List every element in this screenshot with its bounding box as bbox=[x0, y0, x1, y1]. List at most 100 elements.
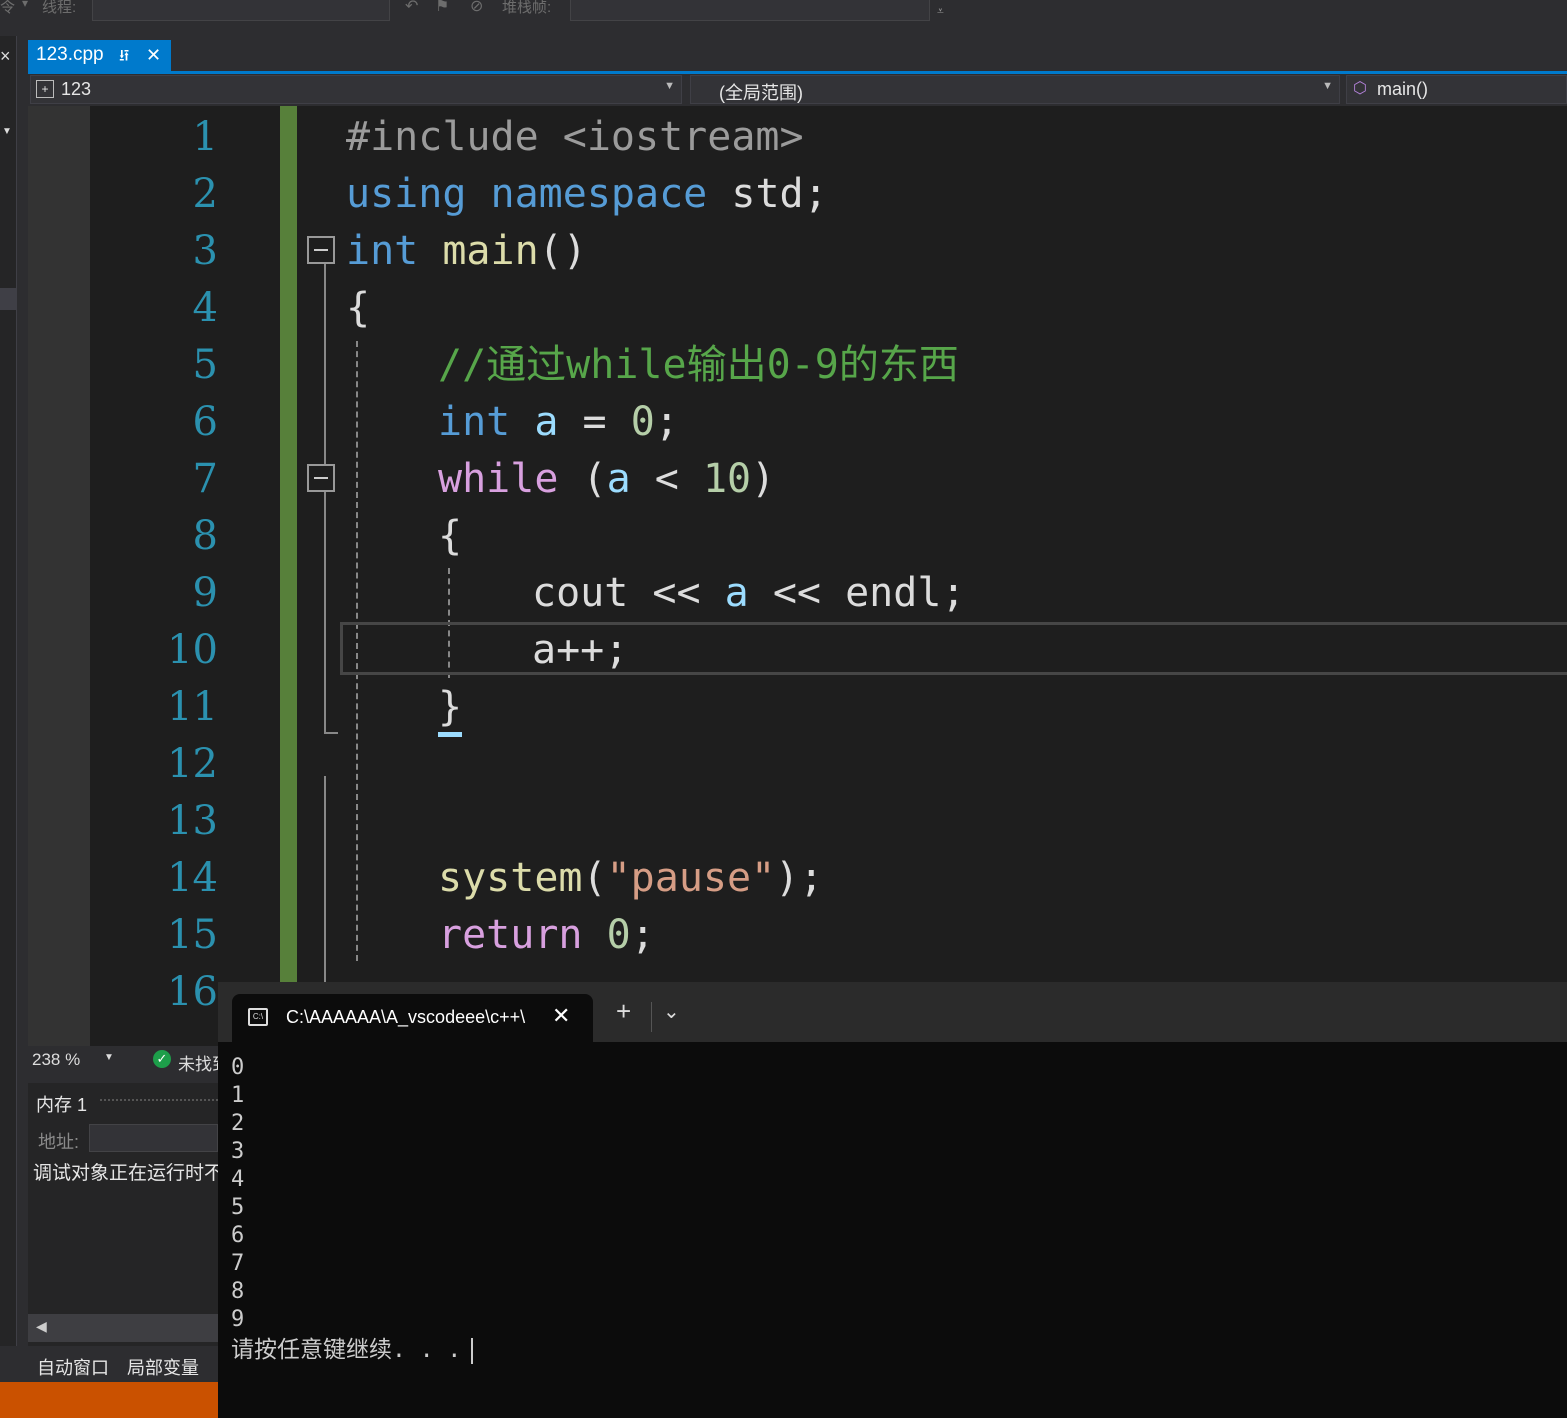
pause-prompt: 请按任意键继续. . . bbox=[231, 1335, 474, 1365]
variable: a bbox=[724, 570, 749, 616]
overflow-icon[interactable]: ⩡ bbox=[937, 4, 944, 19]
comment: //通过while输出0-9的东西 bbox=[438, 342, 959, 388]
close-icon[interactable]: ✕ bbox=[146, 45, 161, 66]
function-name: system bbox=[438, 855, 583, 901]
collapse-icon[interactable] bbox=[307, 464, 335, 492]
scroll-left-icon[interactable]: ◀ bbox=[36, 1318, 47, 1335]
keyword: int bbox=[346, 228, 419, 274]
panel-grip[interactable] bbox=[100, 1099, 218, 1105]
scope-dropdown[interactable]: (全局范围) ▼ bbox=[690, 75, 1340, 104]
output-line: 5 bbox=[231, 1195, 245, 1220]
line-number: 3 bbox=[192, 228, 218, 274]
debug-toolbar: 令 ▾ 线程: ↶ ⚑ ⊘ 堆栈帧: ⩡ bbox=[0, 0, 1567, 36]
punctuation: () bbox=[538, 228, 587, 274]
line-number: 4 bbox=[192, 285, 218, 331]
variable: a bbox=[606, 456, 631, 502]
brace: } bbox=[438, 684, 463, 730]
preprocessor-directive: #include <iostream> bbox=[346, 114, 804, 160]
collapse-icon[interactable] bbox=[307, 236, 335, 264]
flag-icon[interactable]: ⚑ bbox=[435, 0, 449, 16]
brace-match-marker bbox=[438, 732, 462, 737]
zoom-level[interactable]: 238 % bbox=[32, 1050, 80, 1070]
chevron-down-icon[interactable]: ⌄ bbox=[663, 999, 680, 1024]
chevron-down-icon[interactable]: ▼ bbox=[104, 1052, 114, 1063]
outline-line bbox=[324, 732, 338, 734]
variable: a bbox=[534, 399, 559, 445]
chevron-down-icon[interactable]: ▼ bbox=[2, 126, 12, 137]
code-line: #include <iostream> bbox=[346, 109, 804, 166]
keyword: using bbox=[346, 171, 467, 217]
code-line: while (a < 10) bbox=[438, 451, 775, 508]
tab-autos[interactable]: 自动窗口 bbox=[37, 1354, 109, 1380]
line-number: 6 bbox=[192, 399, 218, 445]
horizontal-scrollbar[interactable]: ◀ bbox=[28, 1314, 218, 1342]
output-line: 0 bbox=[231, 1055, 245, 1080]
stackframe-dropdown[interactable] bbox=[570, 0, 930, 21]
chevron-down-icon: ▼ bbox=[1322, 80, 1333, 92]
punctuation: ( bbox=[582, 855, 607, 901]
operator: = bbox=[558, 399, 631, 445]
keyword: int bbox=[438, 399, 511, 445]
scroll-thumb[interactable] bbox=[0, 288, 16, 310]
memory-message: 调试对象正在运行时不 bbox=[33, 1163, 224, 1184]
number: 10 bbox=[702, 456, 752, 502]
project-name: 123 bbox=[61, 79, 92, 99]
tab-filename: 123.cpp bbox=[36, 44, 104, 65]
filter-icon[interactable]: ⊘ bbox=[470, 0, 483, 16]
punctuation: ) bbox=[751, 456, 776, 502]
keyword: namespace bbox=[490, 171, 708, 217]
code-line: system("pause"); bbox=[438, 850, 823, 907]
output-line: 6 bbox=[231, 1223, 245, 1248]
line-number: 5 bbox=[192, 342, 218, 388]
current-line-highlight bbox=[340, 622, 1567, 675]
control-keyword: return bbox=[438, 912, 583, 958]
punctuation: ; bbox=[630, 912, 655, 958]
memory-window: 内存 1 地址: 调试对象正在运行时不 ◀ bbox=[28, 1083, 223, 1346]
identifier: cout << bbox=[532, 570, 725, 616]
new-tab-button[interactable]: + bbox=[616, 998, 631, 1024]
control-keyword: while bbox=[438, 456, 559, 502]
address-label: 地址: bbox=[38, 1132, 80, 1152]
stackframe-label: 堆栈帧: bbox=[502, 0, 552, 16]
number: 0 bbox=[606, 912, 631, 958]
brace: { bbox=[438, 513, 463, 559]
tab-123-cpp[interactable]: 123.cpp ⭿ ✕ bbox=[28, 40, 171, 71]
brace: { bbox=[346, 285, 371, 331]
line-number: 8 bbox=[192, 513, 218, 559]
scope-label: (全局范围) bbox=[719, 83, 803, 103]
pin-icon[interactable]: ⭿ bbox=[119, 45, 129, 72]
output-line: 2 bbox=[231, 1111, 245, 1136]
number: 0 bbox=[630, 399, 655, 445]
code-line: { bbox=[346, 280, 370, 337]
divider bbox=[651, 1002, 652, 1032]
project-dropdown[interactable]: + 123 ▼ bbox=[30, 75, 682, 104]
debug-tool-tabs: 自动窗口 局部变量 bbox=[28, 1346, 218, 1382]
terminal-tab[interactable]: C:\ C:\AAAAAA\A_vscodeee\c++\ ✕ bbox=[232, 994, 593, 1042]
close-icon[interactable]: ✕ bbox=[552, 1003, 570, 1029]
thread-dropdown[interactable] bbox=[92, 0, 390, 21]
chevron-down-icon[interactable]: ▾ bbox=[22, 0, 28, 10]
method-cube-icon: ⬡ bbox=[1353, 80, 1367, 97]
code-line: { bbox=[438, 508, 462, 565]
text-cursor bbox=[471, 1337, 474, 1364]
line-number: 10 bbox=[167, 627, 218, 673]
address-input[interactable] bbox=[89, 1124, 218, 1152]
code-line: } bbox=[438, 679, 462, 736]
member-dropdown[interactable]: ⬡ main() bbox=[1346, 75, 1567, 104]
close-icon[interactable]: × bbox=[0, 46, 11, 67]
line-number: 1 bbox=[192, 114, 218, 160]
punctuation: ); bbox=[775, 855, 824, 901]
terminal-window[interactable]: C:\ C:\AAAAAA\A_vscodeee\c++\ ✕ + ⌄ 0 1 … bbox=[218, 982, 1567, 1418]
back-arrow-icon[interactable]: ↶ bbox=[405, 0, 418, 16]
line-number: 12 bbox=[167, 741, 218, 787]
code-line: int main() bbox=[346, 223, 587, 280]
terminal-titlebar: C:\ C:\AAAAAA\A_vscodeee\c++\ ✕ + ⌄ bbox=[218, 982, 1567, 1042]
pause-prompt-text: 请按任意键继续. . . bbox=[231, 1337, 462, 1363]
outline-line bbox=[324, 264, 326, 734]
output-line: 3 bbox=[231, 1139, 245, 1164]
line-number: 11 bbox=[167, 684, 218, 730]
console-icon: C:\ bbox=[248, 1008, 268, 1026]
output-line: 4 bbox=[231, 1167, 245, 1192]
code-editor[interactable]: 1 2 3 4 5 6 7 8 9 10 11 12 13 14 15 16 #… bbox=[28, 106, 1567, 1046]
tab-locals[interactable]: 局部变量 bbox=[127, 1354, 199, 1380]
